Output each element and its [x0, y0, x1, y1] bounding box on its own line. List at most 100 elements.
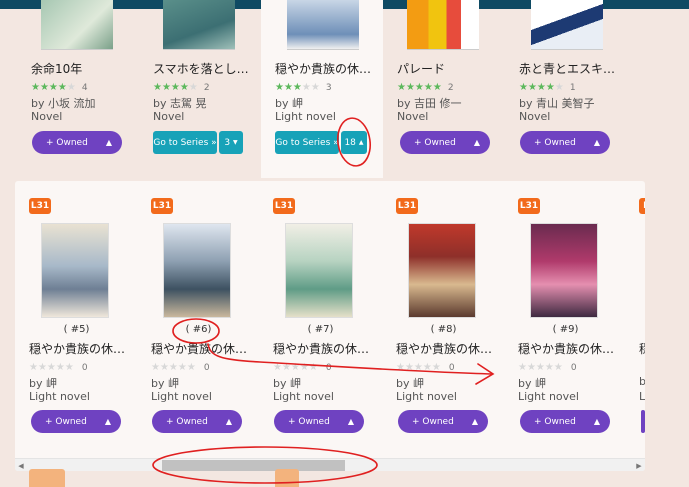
- volume-title[interactable]: 穏やか貴族の休…: [29, 340, 125, 357]
- rating-count: 0: [325, 363, 332, 373]
- book-author[interactable]: by 小坂 流加: [31, 95, 96, 111]
- star-icon: ★★: [301, 82, 320, 93]
- owned-button[interactable]: + Owned ▲: [31, 410, 121, 433]
- scrollbar-thumb[interactable]: [162, 460, 345, 471]
- book-cover[interactable]: [41, 0, 113, 50]
- volume-cover[interactable]: [408, 223, 476, 318]
- volume-cover[interactable]: [41, 223, 109, 318]
- owned-button[interactable]: + Owned ▲: [520, 410, 610, 433]
- volume-number: ( #7): [307, 324, 334, 335]
- star-icon: ★★★★: [153, 82, 189, 93]
- rating-stars[interactable]: ★★★★★ 0: [29, 362, 88, 373]
- volume-author[interactable]: by 岬: [29, 375, 57, 391]
- caret-up-icon[interactable]: ▲: [348, 417, 354, 426]
- book-author[interactable]: by 岬: [275, 95, 303, 111]
- volume-author[interactable]: by 岬: [151, 375, 179, 391]
- volume-card[interactable]: L31 ( #7) 穏やか貴族の休… ★★★★★ 0 by 岬 Light nov…: [273, 181, 388, 441]
- owned-button[interactable]: + Owned ▲: [398, 410, 488, 433]
- rating-stars[interactable]: ★★★★★ 0: [396, 362, 455, 373]
- book-cover[interactable]: [531, 0, 603, 50]
- book-cover[interactable]: [163, 0, 235, 50]
- rating-stars: ★★★★★ 2: [153, 82, 210, 93]
- caret-up-icon[interactable]: ▲: [226, 417, 232, 426]
- series-volumes-panel: L31 ( #5) 穏やか貴族の休… ★★★★★ 0 by 岬 Light nov…: [15, 181, 645, 471]
- volume-card[interactable]: L 穏 b Li: [639, 181, 645, 441]
- rating-count: 0: [570, 363, 577, 373]
- rating-stars: ★★★★★ 4: [31, 82, 88, 93]
- volume-author[interactable]: by 岬: [273, 375, 301, 391]
- volume-author[interactable]: by 岬: [396, 375, 424, 391]
- volume-title[interactable]: 穏やか貴族の休…: [518, 340, 614, 357]
- owned-button[interactable]: + Owned ▲: [274, 410, 364, 433]
- volume-title[interactable]: 穏やか貴族の休…: [273, 340, 369, 357]
- caret-up-icon[interactable]: ▲: [474, 138, 480, 147]
- volume-type: Light novel: [29, 390, 90, 403]
- volume-type: Light novel: [151, 390, 212, 403]
- level-badge: L31: [29, 198, 51, 214]
- volume-card[interactable]: L31 ( #6) 穏やか貴族の休… ★★★★★ 0 by 岬 Light nov…: [151, 181, 266, 441]
- volume-number: ( #5): [63, 324, 90, 335]
- go-to-series-button[interactable]: Go to Series »: [275, 131, 339, 154]
- scroll-left-arrow-icon[interactable]: ◀: [15, 460, 27, 471]
- caret-down-icon: ▼: [233, 139, 238, 146]
- horizontal-scrollbar[interactable]: ◀ ▶: [15, 458, 645, 471]
- volume-title[interactable]: 穏やか貴族の休…: [151, 340, 247, 357]
- volume-cover[interactable]: [285, 223, 353, 318]
- caret-up-icon[interactable]: ▲: [594, 138, 600, 147]
- go-to-series-button[interactable]: Go to Series »: [153, 131, 217, 154]
- book-title[interactable]: 余命10年: [31, 60, 82, 77]
- owned-button[interactable]: + Owned ▲: [400, 131, 490, 154]
- rating-stars[interactable]: ★★★★★ 0: [273, 362, 332, 373]
- owned-button[interactable]: + Owned ▲: [152, 410, 242, 433]
- owned-label: + Owned: [412, 416, 454, 427]
- volume-cover[interactable]: [530, 223, 598, 318]
- volume-dropdown[interactable]: 18 ▲: [341, 131, 367, 154]
- rating-stars[interactable]: ★★★★★ 0: [518, 362, 577, 373]
- star-icon: ★★★★★: [397, 82, 442, 93]
- volume-author[interactable]: by 岬: [518, 375, 546, 391]
- volume-number: 18: [344, 137, 356, 148]
- book-title[interactable]: 穏やか貴族の休…: [275, 60, 371, 77]
- book-title[interactable]: パレード: [397, 60, 445, 77]
- owned-button[interactable]: + Owned ▲: [32, 131, 122, 154]
- volume-type: Light novel: [396, 390, 457, 403]
- level-badge: L31: [396, 198, 418, 214]
- caret-up-icon[interactable]: ▲: [106, 138, 112, 147]
- star-icon: ★★★★: [519, 82, 555, 93]
- volume-type: Li: [639, 390, 645, 403]
- caret-up-icon[interactable]: ▲: [472, 417, 478, 426]
- book-author[interactable]: by 青山 美智子: [519, 95, 595, 111]
- rating-count: 4: [81, 83, 88, 93]
- volume-number: ( #9): [552, 324, 579, 335]
- volume-dropdown[interactable]: 3 ▼: [219, 131, 243, 154]
- book-cover[interactable]: [407, 0, 479, 50]
- volume-author[interactable]: b: [639, 375, 645, 388]
- rating-stars[interactable]: ★★★★★ 0: [151, 362, 210, 373]
- volume-card[interactable]: L31 ( #8) 穏やか貴族の休… ★★★★★ 0 by 岬 Light nov…: [396, 181, 511, 441]
- star-icon: ★: [188, 82, 198, 93]
- caret-up-icon[interactable]: ▲: [105, 417, 111, 426]
- book-title[interactable]: スマホを落とし…: [153, 60, 249, 77]
- caret-up-icon[interactable]: ▲: [594, 417, 600, 426]
- book-cover[interactable]: [287, 0, 359, 50]
- volume-card[interactable]: L31 ( #9) 穏やか貴族の休… ★★★★★ 0 by 岬 Light nov…: [518, 181, 633, 441]
- volume-title[interactable]: 穏やか貴族の休…: [396, 340, 492, 357]
- scroll-right-arrow-icon[interactable]: ▶: [633, 460, 645, 471]
- volume-cover[interactable]: [163, 223, 231, 318]
- star-icon: ★★★★★: [518, 362, 563, 373]
- volume-title[interactable]: 穏: [639, 340, 645, 357]
- owned-button[interactable]: + Owned ▲: [520, 131, 610, 154]
- owned-button[interactable]: [641, 410, 645, 433]
- rating-count: 2: [447, 83, 454, 93]
- star-icon: ★: [66, 82, 76, 93]
- book-title[interactable]: 赤と青とエスキ…: [519, 60, 615, 77]
- volume-number: ( #8): [430, 324, 457, 335]
- book-author[interactable]: by 吉田 修一: [397, 95, 462, 111]
- star-icon: ★★★★★: [273, 362, 318, 373]
- rating-stars: ★★★★★ 3: [275, 82, 332, 93]
- book-type: Novel: [31, 110, 63, 123]
- owned-label: + Owned: [46, 137, 88, 148]
- volume-card[interactable]: L31 ( #5) 穏やか貴族の休… ★★★★★ 0 by 岬 Light nov…: [29, 181, 144, 441]
- rating-count: 0: [448, 363, 455, 373]
- book-author[interactable]: by 志駕 晃: [153, 95, 207, 111]
